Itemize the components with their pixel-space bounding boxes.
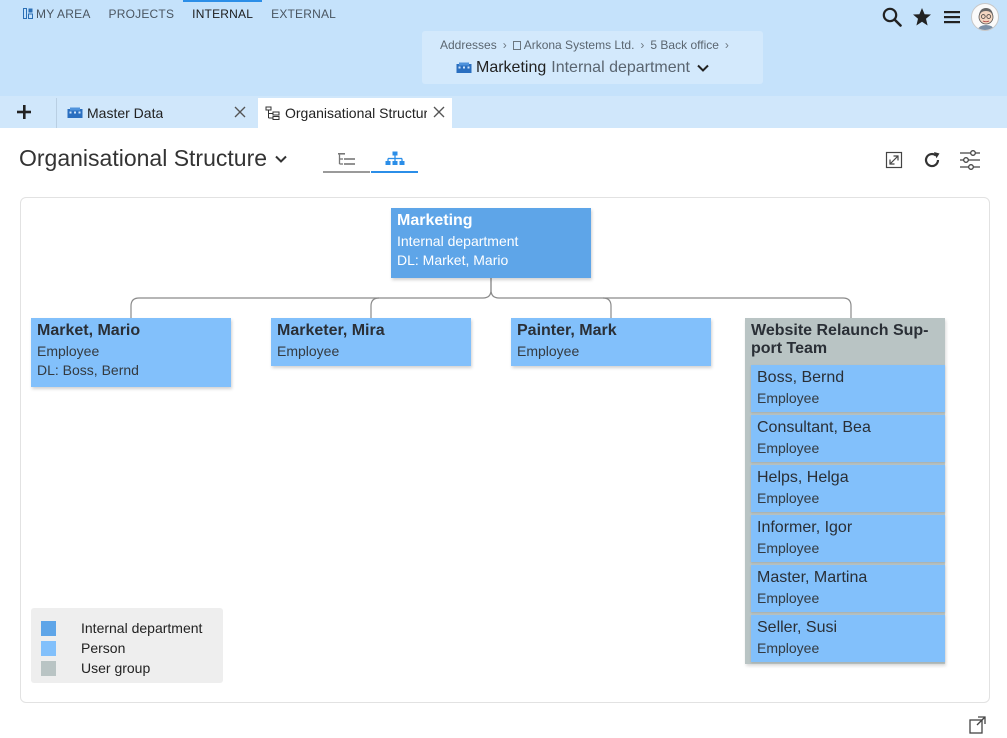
member-name: Informer, Igor	[757, 519, 853, 536]
org-node-lead: DL: Market, Mario	[397, 252, 509, 268]
chevron-down-icon	[275, 155, 287, 163]
tab-bar: Master Data Organisational Structure	[0, 96, 1007, 128]
tab-organisational-structure[interactable]: Organisational Structure	[258, 98, 452, 128]
view-toggle	[323, 146, 418, 173]
page-title[interactable]: Organisational Structure	[19, 145, 287, 172]
sliders-icon[interactable]	[955, 146, 985, 174]
org-node-name: Marketer, Mira	[277, 322, 385, 339]
user-avatar[interactable]	[971, 3, 999, 31]
department-icon	[456, 62, 472, 74]
nav-projects-label: PROJECTS	[108, 7, 175, 21]
member-name: Seller, Susi	[757, 619, 838, 636]
member-name: Helps, Helga	[757, 469, 849, 486]
department-icon	[67, 107, 83, 119]
breadcrumb-item[interactable]: Addresses	[440, 38, 497, 52]
nav-internal[interactable]: INTERNAL	[183, 0, 263, 28]
group-member[interactable]: Master, Martina Employee	[751, 565, 945, 612]
tab-master-data[interactable]: Master Data	[56, 98, 253, 128]
group-member[interactable]: Consultant, Bea Employee	[751, 415, 945, 462]
user-group-title[interactable]: Website Relaunch Sup-port Team	[751, 322, 936, 358]
org-node-person[interactable]: Market, Mario Employee DL: Boss, Bernd	[31, 318, 231, 387]
org-node-user-group: Website Relaunch Sup-port Team Boss, Ber…	[745, 318, 945, 664]
chevron-right-icon: ›	[724, 38, 729, 52]
org-node-root[interactable]: Marketing Internal department DL: Market…	[391, 208, 591, 278]
nav-my-area-label: MY AREA	[36, 7, 91, 21]
chevron-down-icon	[697, 64, 709, 72]
org-node-role: Employee	[517, 343, 580, 359]
member-name: Master, Martina	[757, 569, 868, 586]
legend: Internal department Person User group	[31, 608, 223, 683]
chevron-right-icon: ›	[502, 38, 507, 52]
expand-icon[interactable]	[879, 146, 909, 174]
group-member[interactable]: Helps, Helga Employee	[751, 465, 945, 512]
legend-label: Internal department	[81, 620, 203, 636]
legend-label: Person	[81, 640, 126, 656]
legend-item: User group	[41, 658, 213, 678]
group-member[interactable]: Boss, Bernd Employee	[751, 365, 945, 412]
group-member[interactable]: Seller, Susi Employee	[751, 615, 945, 662]
close-icon[interactable]	[433, 106, 445, 118]
member-role: Employee	[757, 390, 820, 406]
org-structure-icon	[265, 106, 281, 120]
context-title[interactable]: Marketing Internal department	[456, 59, 709, 77]
context-title-name: Marketing	[476, 59, 547, 76]
org-node-person[interactable]: Marketer, Mira Employee	[271, 318, 471, 366]
member-role: Employee	[757, 540, 820, 556]
nav-my-area[interactable]: MY AREA	[14, 0, 100, 28]
org-node-name: Painter, Mark	[517, 322, 617, 339]
org-chart-canvas: Marketing Internal department DL: Market…	[20, 197, 990, 703]
search-icon[interactable]	[877, 2, 907, 32]
org-node-name: Marketing	[397, 212, 473, 229]
org-node-type: Internal department	[397, 233, 519, 249]
org-node-name: Market, Mario	[37, 322, 141, 339]
nav-internal-label: INTERNAL	[192, 7, 254, 21]
legend-item: Person	[41, 638, 213, 658]
org-node-role: Employee	[277, 343, 340, 359]
building-icon	[512, 41, 521, 50]
export-icon[interactable]	[968, 715, 988, 735]
close-icon[interactable]	[234, 106, 246, 118]
nav-external-label: EXTERNAL	[271, 7, 337, 21]
star-icon[interactable]	[907, 2, 937, 32]
hamburger-menu-icon[interactable]	[937, 2, 967, 32]
legend-label: User group	[81, 660, 151, 676]
org-node-person[interactable]: Painter, Mark Employee	[511, 318, 711, 366]
org-node-lead: DL: Boss, Bernd	[37, 362, 139, 378]
member-role: Employee	[757, 440, 820, 456]
member-role: Employee	[757, 490, 820, 506]
header-tools	[877, 2, 999, 32]
member-name: Consultant, Bea	[757, 419, 871, 436]
tab-master-data-label: Master Data	[87, 105, 164, 121]
chevron-right-icon: ›	[640, 38, 645, 52]
plus-icon[interactable]	[14, 102, 34, 122]
nav-projects[interactable]: PROJECTS	[100, 0, 184, 28]
view-tools	[871, 146, 985, 174]
member-name: Boss, Bernd	[757, 369, 845, 386]
list-tree-icon[interactable]	[323, 146, 370, 173]
legend-swatch-person	[41, 640, 56, 656]
tab-organisational-structure-label: Organisational Structure	[285, 105, 427, 121]
context-title-type: Internal department	[551, 59, 690, 76]
legend-swatch-department	[41, 620, 56, 636]
member-role: Employee	[757, 590, 820, 606]
legend-swatch-user-group	[41, 660, 56, 676]
org-chart-icon[interactable]	[371, 146, 418, 173]
page-title-label: Organisational Structure	[19, 145, 268, 171]
breadcrumb-item[interactable]: Arkona Systems Ltd.	[524, 38, 635, 52]
context-header: Addresses › Arkona Systems Ltd. › 5 Back off…	[422, 31, 763, 84]
my-area-icon	[23, 8, 33, 19]
breadcrumb: Addresses › Arkona Systems Ltd. › 5 Back off…	[440, 38, 735, 52]
main-nav: MY AREA PROJECTS INTERNAL EXTERNAL	[14, 0, 345, 28]
org-node-role: Employee	[37, 343, 100, 359]
member-role: Employee	[757, 640, 820, 656]
refresh-icon[interactable]	[917, 146, 947, 174]
group-member[interactable]: Informer, Igor Employee	[751, 515, 945, 562]
legend-item: Internal department	[41, 618, 213, 638]
breadcrumb-item[interactable]: 5 Back office	[650, 38, 718, 52]
app-header: MY AREA PROJECTS INTERNAL EXTERNAL Addre…	[0, 0, 1007, 96]
nav-external[interactable]: EXTERNAL	[262, 0, 345, 28]
